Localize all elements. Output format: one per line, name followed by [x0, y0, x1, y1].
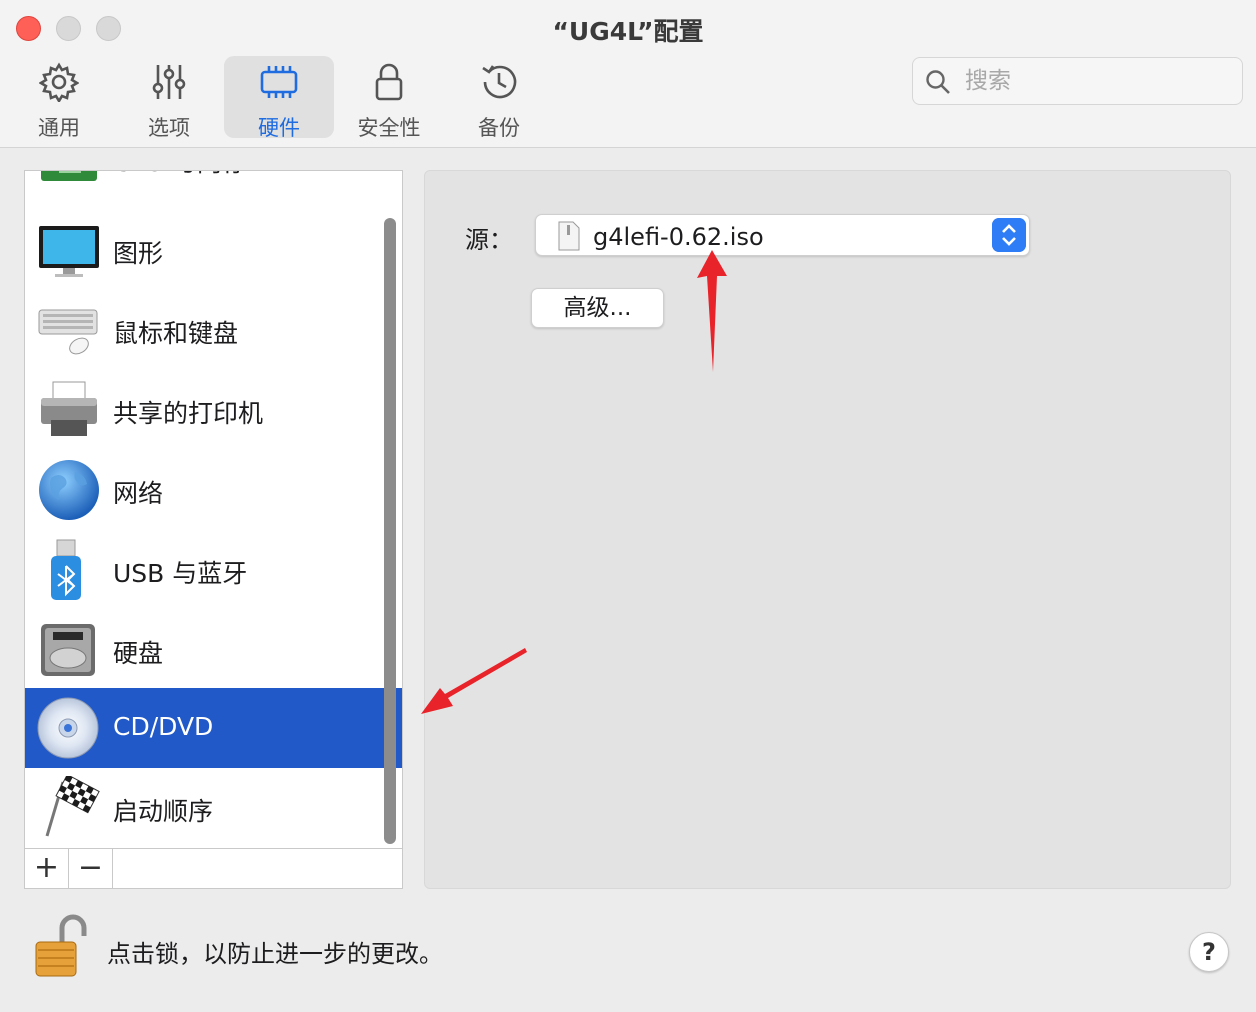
device-label: 启动顺序 — [113, 797, 214, 826]
gear-icon — [39, 62, 79, 102]
device-item-mouse-keyboard[interactable]: 鼠标和键盘 — [25, 290, 402, 370]
hard-disk-icon — [41, 624, 95, 676]
toolbar-options[interactable]: 选项 — [114, 56, 224, 140]
device-label: CD/DVD — [113, 712, 214, 741]
search-icon — [926, 70, 950, 94]
sliders-icon — [152, 65, 186, 99]
advanced-button[interactable]: 高级... — [531, 288, 664, 328]
unlocked-padlock-icon[interactable] — [32, 914, 88, 980]
device-label: 网络 — [113, 479, 164, 508]
search-input[interactable] — [965, 66, 1225, 96]
source-value: g4lefi-0.62.iso — [593, 223, 764, 251]
toolbar-security[interactable]: 安全性 — [334, 56, 444, 140]
device-item-cd-dvd[interactable]: CD/DVD — [25, 688, 402, 768]
toolbar-hardware[interactable]: 硬件 — [224, 56, 334, 140]
chevron-up-down-icon — [992, 218, 1026, 252]
device-label: 硬盘 — [113, 639, 164, 668]
toolbar-hardware-label: 硬件 — [258, 116, 300, 140]
search-field[interactable] — [912, 57, 1243, 105]
device-item-cpu[interactable]: cpu CPU 与内存 — [25, 170, 402, 199]
history-icon — [482, 65, 517, 99]
device-item-network[interactable]: 网络 — [25, 450, 402, 530]
device-list-scrollbar[interactable] — [384, 218, 396, 844]
printer-icon — [41, 381, 97, 436]
toolbar-security-label: 安全性 — [357, 116, 421, 140]
toolbar-backup[interactable]: 备份 — [444, 56, 554, 140]
device-label: CPU 与内存 — [113, 171, 247, 179]
source-select[interactable]: g4lefi-0.62.iso — [535, 214, 1030, 256]
device-list-footer: + − — [24, 848, 403, 889]
svg-text:cpu: cpu — [63, 170, 78, 171]
chip-icon — [260, 66, 298, 98]
remove-device-button[interactable]: − — [69, 849, 113, 888]
device-label: 共享的打印机 — [113, 399, 264, 428]
device-item-usb-bluetooth[interactable]: USB 与蓝牙 — [25, 530, 402, 610]
cpu-icon: cpu — [41, 170, 97, 181]
device-label: 鼠标和键盘 — [113, 319, 239, 348]
device-item-hard-disk[interactable]: 硬盘 — [25, 610, 402, 690]
toolbar-backup-label: 备份 — [478, 116, 520, 140]
lock-icon — [375, 63, 403, 101]
device-item-printer[interactable]: 共享的打印机 — [25, 370, 402, 450]
checkered-flag-icon — [45, 776, 100, 837]
hardware-device-list[interactable]: cpu CPU 与内存 图形 鼠标和键盘 共享的打印机 — [24, 170, 403, 850]
device-item-boot-order[interactable]: 启动顺序 — [25, 768, 402, 848]
device-label: USB 与蓝牙 — [113, 559, 248, 588]
cd-icon — [37, 697, 99, 759]
toolbar-general[interactable]: 通用 — [4, 56, 114, 140]
lock-message: 点击锁，以防止进一步的更改。 — [107, 940, 443, 968]
device-label: 图形 — [113, 239, 164, 268]
device-item-graphics[interactable]: 图形 — [25, 210, 402, 290]
window-title: “UG4L”配置 — [552, 17, 704, 46]
source-label: 源： — [465, 226, 513, 254]
globe-icon — [39, 460, 99, 520]
disk-image-file-icon — [558, 221, 580, 251]
toolbar-options-label: 选项 — [148, 116, 190, 140]
cd-dvd-settings-panel — [424, 170, 1231, 889]
help-button[interactable]: ? — [1189, 932, 1229, 972]
window-toolbar: “UG4L”配置 通用 选项 硬件 安全性 备份 搜索 — [0, 0, 1256, 148]
usb-bluetooth-icon — [51, 539, 81, 600]
add-device-button[interactable]: + — [25, 849, 69, 888]
keyboard-mouse-icon — [38, 309, 98, 355]
display-icon — [39, 226, 99, 277]
toolbar-general-label: 通用 — [38, 116, 80, 140]
